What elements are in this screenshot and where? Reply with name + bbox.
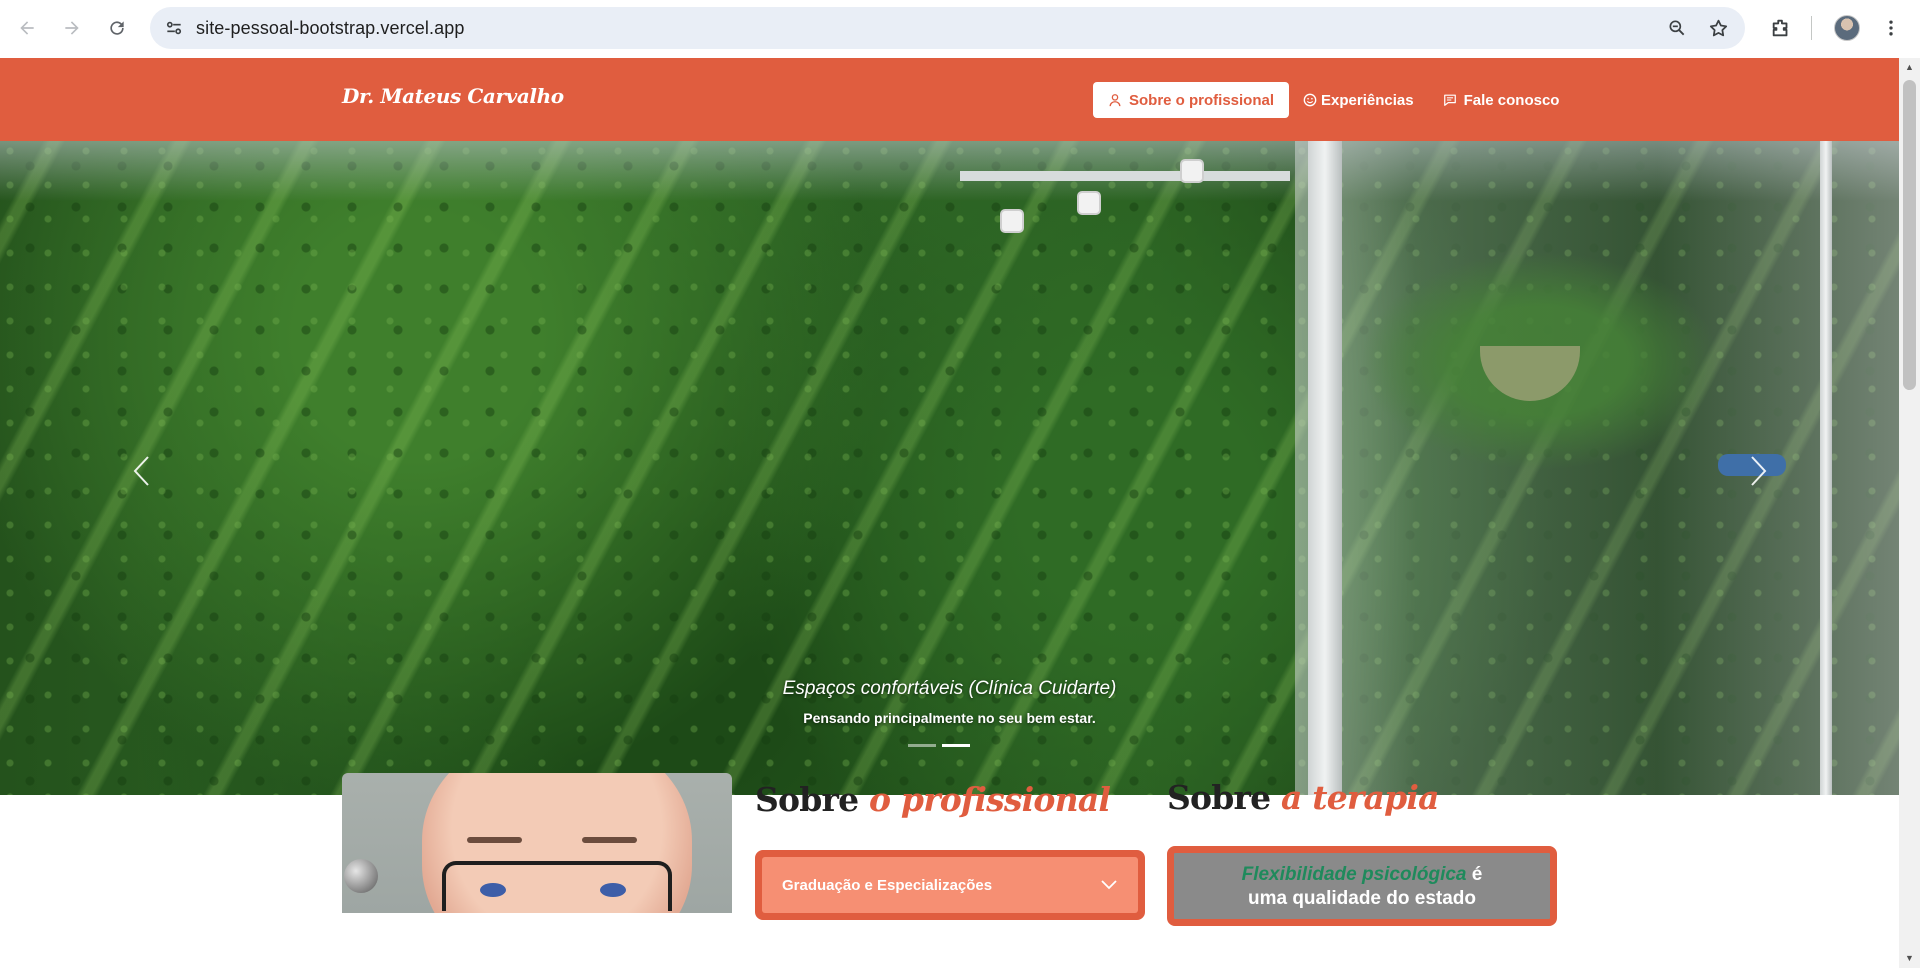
ceiling-track	[960, 171, 1290, 181]
photo-detail	[467, 837, 522, 843]
accordion-label: Graduação e Especializações	[782, 876, 993, 894]
brand-logo-link[interactable]: Dr. Mateus Carvalho	[342, 84, 564, 108]
bookmark-star-icon[interactable]	[1705, 15, 1731, 41]
title-plain: Sobre	[755, 780, 859, 819]
scroll-down-arrow[interactable]: ▼	[1904, 953, 1915, 964]
menu-kebab-icon[interactable]	[1875, 12, 1907, 44]
therapy-highlight: Flexibilidade psicológica	[1241, 864, 1467, 885]
page-scrollbar[interactable]: ▲ ▼	[1899, 58, 1920, 968]
about-section-title: Sobre o profissional	[755, 780, 1111, 819]
page-viewport: Dr. Mateus Carvalho Sobre o profissional…	[0, 58, 1899, 968]
carousel-caption-title: Espaços confortáveis (Clínica Cuidarte)	[782, 678, 1117, 699]
site-navbar: Dr. Mateus Carvalho Sobre o profissional…	[0, 58, 1899, 141]
chevron-down-icon	[1100, 875, 1118, 898]
title-plain: Sobre	[1167, 778, 1271, 817]
accordion-item-graduacao[interactable]: Graduação e Especializações	[762, 857, 1138, 913]
therapy-section-title: Sobre a terapia	[1167, 778, 1439, 817]
person-icon	[1108, 93, 1122, 107]
zoom-icon[interactable]	[1664, 15, 1690, 41]
spotlight-fixture	[1180, 159, 1204, 183]
nav-link-experiencias[interactable]: Experiências	[1289, 82, 1429, 118]
smile-icon	[1303, 93, 1317, 107]
carousel-prev-button[interactable]	[122, 441, 162, 501]
lamp-image	[344, 859, 378, 893]
browser-toolbar: site-pessoal-bootstrap.vercel.app	[0, 0, 1920, 58]
therapy-text: Flexibilidade psicológica é uma qualidad…	[1174, 863, 1550, 911]
scroll-up-arrow[interactable]: ▲	[1904, 62, 1915, 73]
extensions-icon[interactable]	[1765, 12, 1797, 44]
nav-link-label: Experiências	[1321, 91, 1414, 109]
carousel-caption-subtitle: Pensando principalmente no seu bem estar…	[803, 710, 1096, 726]
therapy-text-line2: uma qualidade do estado	[1247, 888, 1477, 909]
nav-link-label: Sobre o profissional	[1129, 91, 1275, 109]
therapy-text-after: é	[1471, 864, 1483, 885]
nav-link-label: Fale conosco	[1463, 91, 1560, 109]
back-icon[interactable]	[11, 12, 43, 44]
forward-icon[interactable]	[56, 12, 88, 44]
spotlight-fixture	[1077, 191, 1101, 215]
nav-links: Sobre o profissional Experiências Fale c…	[1093, 82, 1574, 118]
url-text[interactable]: site-pessoal-bootstrap.vercel.app	[196, 18, 464, 39]
photo-glasses	[442, 861, 672, 911]
carousel-next-button[interactable]	[1738, 441, 1778, 501]
about-accordion: Graduação e Especializações	[755, 850, 1145, 920]
title-accent: a terapia	[1281, 778, 1439, 817]
chat-icon	[1443, 93, 1457, 107]
spotlight-fixture	[1000, 209, 1024, 233]
nav-link-fale-conosco[interactable]: Fale conosco	[1429, 82, 1575, 118]
scroll-thumb[interactable]	[1903, 80, 1916, 390]
profile-avatar[interactable]	[1834, 15, 1860, 41]
address-bar[interactable]: site-pessoal-bootstrap.vercel.app	[150, 7, 1745, 49]
photo-detail	[582, 837, 637, 843]
therapy-card: Flexibilidade psicológica é uma qualidad…	[1167, 846, 1557, 926]
title-accent: o profissional	[869, 780, 1111, 819]
site-info-icon[interactable]	[160, 14, 188, 42]
carousel-indicators	[908, 744, 970, 747]
carousel-indicator-1[interactable]	[908, 744, 936, 747]
carousel-indicator-2[interactable]	[942, 744, 970, 747]
reload-icon[interactable]	[101, 12, 133, 44]
profile-photo	[342, 773, 732, 913]
hero-carousel: Espaços confortáveis (Clínica Cuidarte) …	[0, 141, 1899, 795]
toolbar-separator	[1811, 16, 1812, 40]
nav-link-sobre[interactable]: Sobre o profissional	[1093, 82, 1290, 118]
